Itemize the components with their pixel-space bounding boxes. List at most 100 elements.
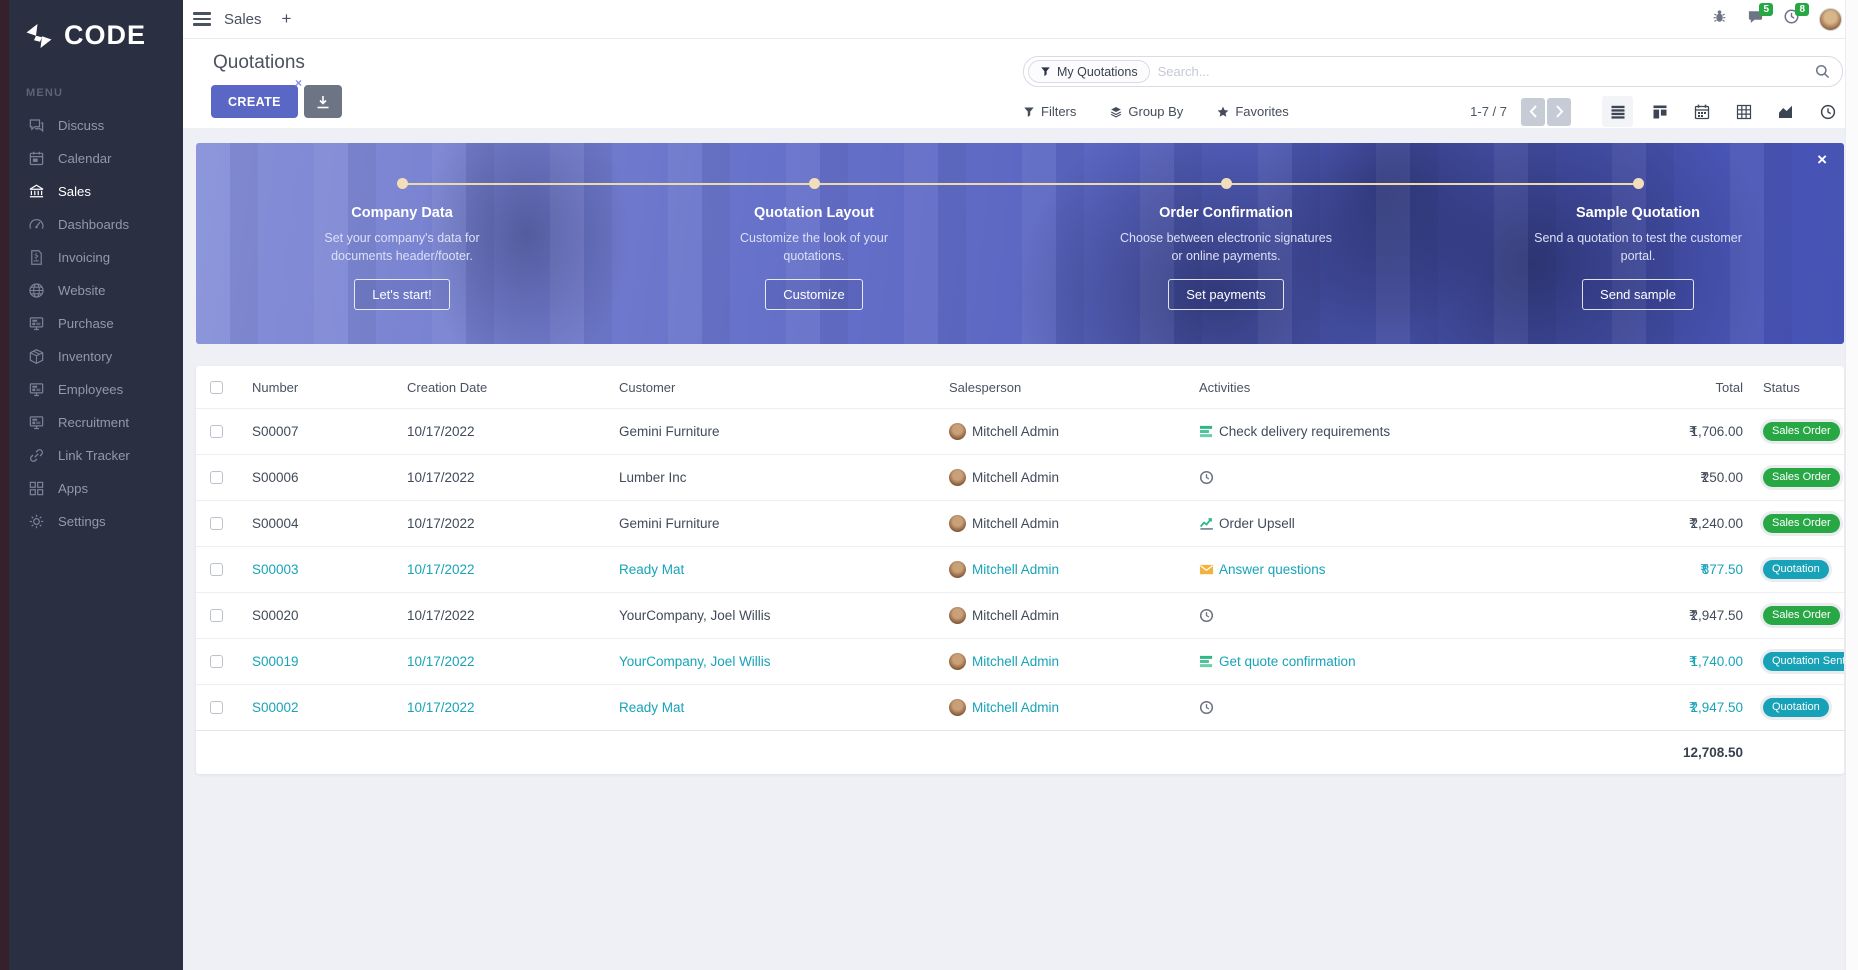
sidebar-item-apps[interactable]: Apps: [0, 472, 183, 505]
table-row[interactable]: S00020 10/17/2022 YourCompany, Joel Will…: [196, 592, 1844, 638]
scrollbar[interactable]: [1845, 0, 1858, 970]
row-checkbox[interactable]: [210, 471, 223, 484]
export-download-button[interactable]: [304, 85, 342, 118]
sidebar-item-discuss[interactable]: Discuss: [0, 109, 183, 142]
table-footer-row: 12,708.50: [196, 730, 1844, 774]
user-avatar[interactable]: [1819, 8, 1842, 31]
pivot-view-icon[interactable]: [1728, 96, 1759, 127]
messages-icon[interactable]: 5: [1747, 8, 1764, 30]
pager-next-button[interactable]: [1547, 98, 1571, 126]
step-title: Sample Quotation: [1432, 205, 1844, 221]
onboarding-step-company-data: Company Data Set your company's data for…: [196, 143, 608, 344]
set-payments-button[interactable]: Set payments: [1168, 279, 1284, 310]
page-title: Quotations: [213, 52, 305, 74]
header-number[interactable]: Number: [236, 380, 391, 395]
row-activity[interactable]: [1183, 700, 1643, 715]
row-checkbox[interactable]: [210, 701, 223, 714]
header-customer[interactable]: Customer: [603, 380, 933, 395]
star-icon: [1217, 106, 1229, 118]
create-button[interactable]: CREATE: [211, 85, 298, 118]
header-status[interactable]: Status: [1745, 380, 1844, 395]
sidebar-menu: Discuss Calendar Sales Dashboards Invoic…: [0, 109, 183, 538]
search-facet-my-quotations[interactable]: My Quotations: [1028, 60, 1150, 83]
calendar-view-icon[interactable]: [1686, 96, 1717, 127]
sidebar-item-employees[interactable]: Employees: [0, 373, 183, 406]
row-checkbox[interactable]: [210, 655, 223, 668]
row-checkbox[interactable]: [210, 563, 223, 576]
sidebar-item-sales[interactable]: Sales: [0, 175, 183, 208]
bank-icon: [28, 183, 45, 200]
currency-symbol: ₹: [1689, 700, 1698, 716]
header-creation-date[interactable]: Creation Date: [391, 380, 603, 395]
table-row[interactable]: S00006 10/17/2022 Lumber Inc Mitchell Ad…: [196, 454, 1844, 500]
row-activity[interactable]: [1183, 470, 1643, 485]
brand-logo-icon: [24, 23, 54, 49]
send-sample-button[interactable]: Send sample: [1582, 279, 1694, 310]
sidebar-item-settings[interactable]: Settings: [0, 505, 183, 538]
sidebar-item-inventory[interactable]: Inventory: [0, 340, 183, 373]
list-view-icon[interactable]: [1602, 96, 1633, 127]
table-header-row: Number Creation Date Customer Salesperso…: [196, 366, 1844, 408]
pager-range: 1-7 / 7: [1470, 104, 1507, 119]
table-row[interactable]: S00003 10/17/2022 Ready Mat Mitchell Adm…: [196, 546, 1844, 592]
step-dot: [1221, 178, 1232, 189]
sidebar-item-invoicing[interactable]: Invoicing: [0, 241, 183, 274]
monitor-icon: [28, 414, 45, 431]
row-activity[interactable]: Order Upsell: [1183, 516, 1643, 531]
search-input[interactable]: [1158, 64, 1815, 79]
debug-bug-icon[interactable]: [1711, 8, 1728, 30]
link-icon: [28, 447, 45, 464]
sidebar-item-purchase[interactable]: Purchase: [0, 307, 183, 340]
banner-close-icon[interactable]: ×: [1817, 150, 1827, 170]
row-activity[interactable]: Get quote confirmation: [1183, 654, 1643, 669]
activity-view-icon[interactable]: [1812, 96, 1843, 127]
graph-view-icon[interactable]: [1770, 96, 1801, 127]
header-total[interactable]: Total: [1643, 380, 1745, 395]
lets-start-button[interactable]: Let's start!: [354, 279, 450, 310]
activities-count-badge: 8: [1795, 3, 1809, 16]
topbar: Sales + 5 8: [183, 0, 1858, 39]
row-total: ₹1,740.00: [1643, 654, 1745, 670]
row-activity[interactable]: [1183, 608, 1643, 623]
table-row[interactable]: S00019 10/17/2022 YourCompany, Joel Will…: [196, 638, 1844, 684]
monitor-icon: [28, 315, 45, 332]
row-activity[interactable]: Answer questions: [1183, 562, 1643, 577]
row-checkbox[interactable]: [210, 609, 223, 622]
pager: 1-7 / 7: [1470, 98, 1571, 126]
search-icon[interactable]: [1815, 64, 1830, 79]
table-row[interactable]: S00002 10/17/2022 Ready Mat Mitchell Adm…: [196, 684, 1844, 730]
hamburger-menu-icon[interactable]: [193, 12, 211, 25]
table-row[interactable]: S00007 10/17/2022 Gemini Furniture Mitch…: [196, 408, 1844, 454]
facet-remove-icon[interactable]: ×: [295, 76, 302, 90]
row-salesperson: Mitchell Admin: [972, 516, 1059, 531]
sidebar-item-link-tracker[interactable]: Link Tracker: [0, 439, 183, 472]
sidebar-item-calendar[interactable]: Calendar: [0, 142, 183, 175]
onboarding-step-quotation-layout: Quotation Layout Customize the look of y…: [608, 143, 1020, 344]
table-row[interactable]: S00004 10/17/2022 Gemini Furniture Mitch…: [196, 500, 1844, 546]
select-all-checkbox[interactable]: [210, 381, 223, 394]
header-salesperson[interactable]: Salesperson: [933, 380, 1183, 395]
search-bar[interactable]: My Quotations: [1023, 56, 1843, 87]
favorites-button[interactable]: Favorites: [1217, 104, 1288, 119]
salesperson-avatar: [949, 607, 966, 624]
sidebar-item-recruitment[interactable]: Recruitment: [0, 406, 183, 439]
sidebar-item-dashboards[interactable]: Dashboards: [0, 208, 183, 241]
sidebar-item-website[interactable]: Website: [0, 274, 183, 307]
activities-clock-icon[interactable]: 8: [1783, 8, 1800, 30]
row-checkbox[interactable]: [210, 425, 223, 438]
main-area: Sales + 5 8 Quotations CREATE: [183, 0, 1858, 970]
kanban-view-icon[interactable]: [1644, 96, 1675, 127]
status-badge: Sales Order: [1763, 468, 1840, 487]
group-by-button[interactable]: Group By: [1110, 104, 1183, 119]
layers-icon: [1110, 106, 1122, 118]
pager-previous-button[interactable]: [1521, 98, 1545, 126]
new-tab-button[interactable]: +: [282, 9, 292, 29]
header-activities[interactable]: Activities: [1183, 380, 1643, 395]
row-checkbox[interactable]: [210, 517, 223, 530]
app-tab-sales[interactable]: Sales: [224, 11, 262, 28]
customize-button[interactable]: Customize: [765, 279, 862, 310]
row-total: ₹2,947.50: [1643, 700, 1745, 716]
row-activity[interactable]: Check delivery requirements: [1183, 424, 1643, 439]
status-badge: Quotation: [1763, 560, 1829, 579]
filters-button[interactable]: Filters: [1023, 104, 1076, 119]
